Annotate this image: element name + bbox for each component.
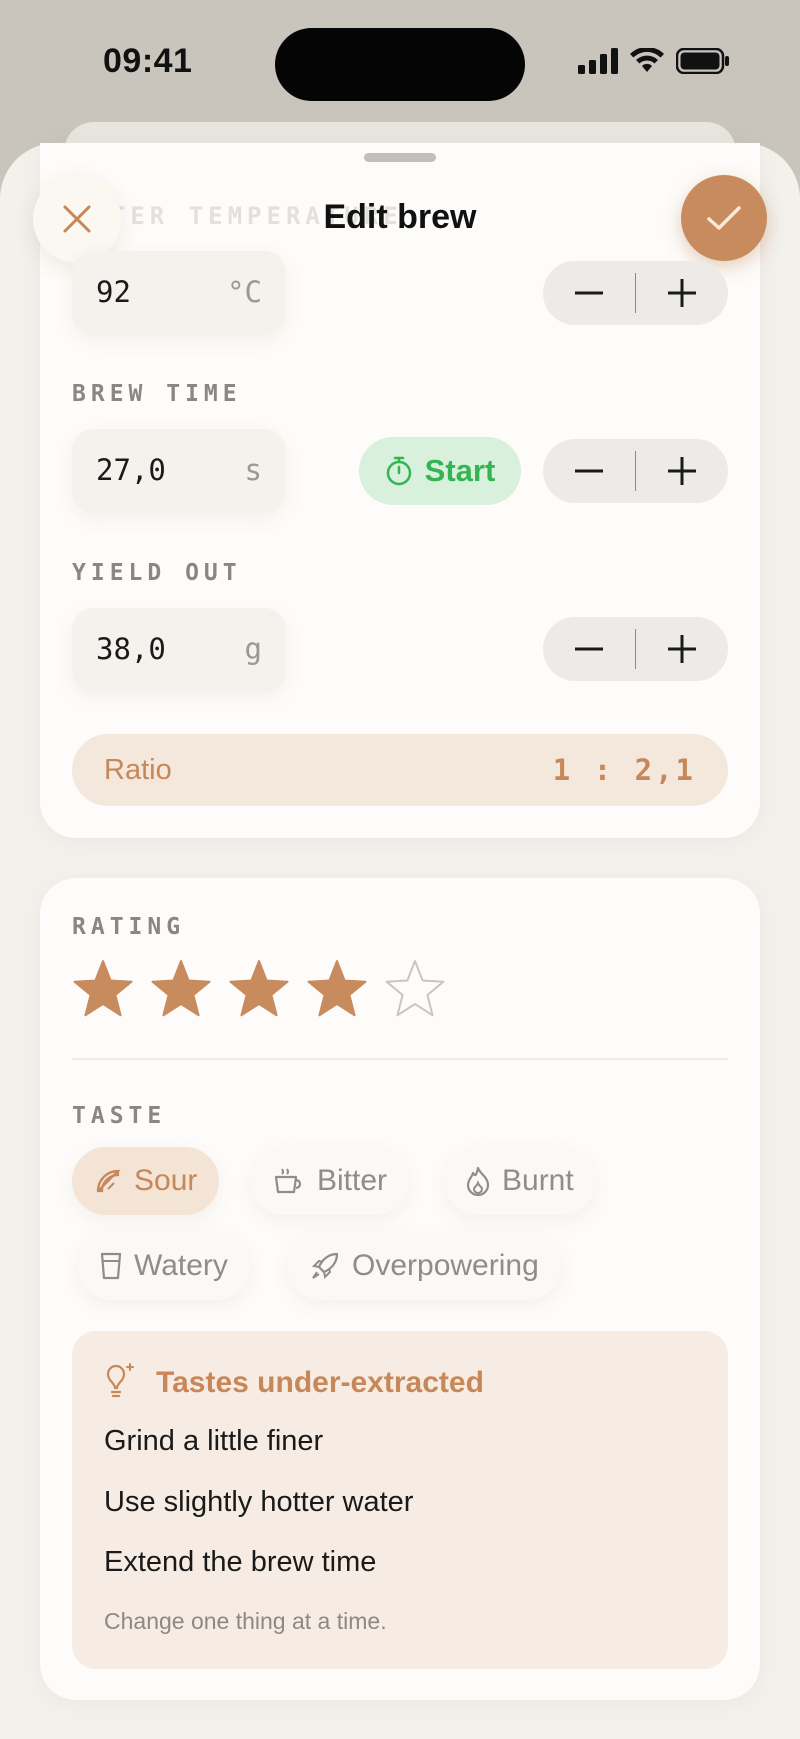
battery-icon	[676, 48, 729, 74]
taste-chip-label: Watery	[134, 1249, 228, 1282]
minus-icon	[574, 469, 603, 473]
lemon-icon	[96, 1169, 121, 1193]
plus-icon	[668, 457, 697, 485]
taste-chip-burnt[interactable]: Burnt	[444, 1147, 596, 1215]
star-rating	[72, 958, 446, 1020]
close-icon	[63, 205, 91, 233]
taste-chip-label: Bitter	[317, 1164, 388, 1197]
status-time: 09:41	[103, 42, 193, 80]
advice-tip: Grind a little finer	[104, 1425, 324, 1457]
brew-time-increment-button[interactable]	[636, 439, 728, 503]
star-empty-icon[interactable]	[384, 958, 446, 1020]
taste-chip-watery[interactable]: Watery	[78, 1232, 250, 1300]
confirm-button[interactable]	[681, 175, 767, 261]
star-filled-icon[interactable]	[72, 958, 134, 1020]
taste-label: TASTE	[72, 1103, 167, 1129]
brew-time-decrement-button[interactable]	[543, 439, 635, 503]
taste-chip-overpowering[interactable]: Overpowering	[288, 1232, 561, 1300]
plus-icon	[668, 279, 697, 307]
divider	[72, 1058, 728, 1060]
yield-out-value: 38,0	[96, 632, 166, 666]
temperature-unit: °C	[227, 275, 262, 309]
advice-note: Change one thing at a time.	[104, 1608, 387, 1634]
status-icons	[578, 48, 730, 74]
brew-time-value: 27,0	[96, 453, 166, 487]
start-timer-button[interactable]: Start	[359, 437, 521, 505]
yield-out-label: YIELD OUT	[72, 560, 242, 586]
status-bar: 09:41	[0, 0, 800, 130]
dynamic-island	[275, 28, 525, 101]
yield-out-increment-button[interactable]	[636, 617, 728, 681]
stopwatch-icon	[386, 456, 411, 486]
plus-icon	[668, 635, 697, 663]
taste-chip-label: Burnt	[502, 1164, 574, 1197]
lightbulb-icon	[106, 1363, 134, 1398]
wifi-icon	[630, 48, 664, 72]
minus-icon	[574, 291, 603, 295]
star-filled-icon[interactable]	[306, 958, 368, 1020]
brew-time-stepper	[543, 439, 728, 503]
start-label: Start	[424, 453, 496, 488]
yield-out-unit: g	[244, 632, 262, 666]
rocket-icon	[311, 1252, 339, 1280]
page-title: Edit brew	[323, 198, 477, 236]
temperature-field[interactable]: 92 °C	[72, 251, 286, 335]
minus-icon	[574, 647, 603, 651]
signal-icon	[578, 48, 618, 74]
taste-chip-bitter[interactable]: Bitter	[251, 1147, 410, 1215]
checkmark-icon	[707, 206, 741, 230]
taste-chip-label: Overpowering	[352, 1249, 539, 1282]
glass-icon	[100, 1252, 122, 1280]
ratio-display: Ratio 1 : 2,1	[72, 734, 728, 806]
star-filled-icon[interactable]	[150, 958, 212, 1020]
extraction-advice: Tastes under-extracted Grind a little fi…	[72, 1331, 728, 1669]
star-filled-icon[interactable]	[228, 958, 290, 1020]
cup-icon	[274, 1168, 302, 1194]
flame-icon	[466, 1166, 490, 1196]
taste-chip-sour[interactable]: Sour	[72, 1147, 220, 1215]
yield-out-stepper	[543, 617, 728, 681]
close-button[interactable]	[33, 175, 121, 263]
advice-tip: Use slightly hotter water	[104, 1486, 414, 1518]
advice-title: Tastes under-extracted	[156, 1366, 484, 1399]
taste-chip-label: Sour	[134, 1164, 198, 1197]
yield-out-field[interactable]: 38,0 g	[72, 608, 286, 692]
temperature-stepper	[543, 261, 728, 325]
temperature-value: 92	[96, 275, 131, 309]
brew-time-label: BREW TIME	[72, 381, 242, 407]
brew-time-unit: s	[244, 453, 262, 487]
brew-time-field[interactable]: 27,0 s	[72, 429, 286, 513]
rating-label: RATING	[72, 914, 186, 940]
advice-tip: Extend the brew time	[104, 1546, 377, 1578]
yield-out-decrement-button[interactable]	[543, 617, 635, 681]
ratio-label: Ratio	[104, 753, 172, 786]
sheet-grabber[interactable]	[364, 153, 436, 162]
temperature-decrement-button[interactable]	[543, 261, 635, 325]
temperature-increment-button[interactable]	[636, 261, 728, 325]
ratio-value: 1 : 2,1	[552, 753, 696, 787]
